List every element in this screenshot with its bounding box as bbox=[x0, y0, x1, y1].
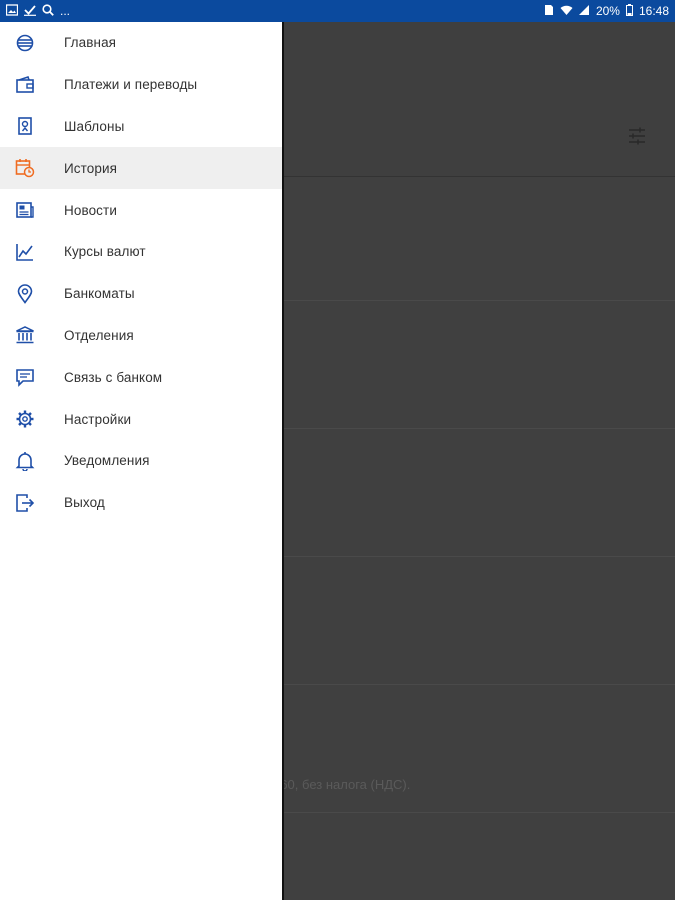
check-icon bbox=[24, 4, 36, 18]
bookmark-icon bbox=[15, 116, 35, 136]
gear-icon bbox=[15, 409, 35, 429]
menu-item-news[interactable]: Новости bbox=[0, 189, 282, 231]
menu-item-templates[interactable]: Шаблоны bbox=[0, 106, 282, 148]
menu-item-home[interactable]: Главная bbox=[0, 22, 282, 64]
wifi-icon bbox=[560, 4, 573, 18]
background-divider bbox=[284, 556, 675, 557]
status-bar: ... 20% 16:48 bbox=[0, 0, 675, 22]
background-text: -60, без налога (НДС). bbox=[276, 777, 411, 792]
menu-item-payments[interactable]: Платежи и переводы bbox=[0, 64, 282, 106]
sim-icon bbox=[544, 4, 554, 18]
menu-item-exchange-rates[interactable]: Курсы валют bbox=[0, 231, 282, 273]
bell-icon bbox=[15, 451, 35, 471]
background-divider bbox=[284, 428, 675, 429]
chat-icon bbox=[15, 367, 35, 388]
status-bar-left: ... bbox=[5, 4, 71, 18]
wallet-icon bbox=[15, 75, 35, 95]
menu-item-atms[interactable]: Банкоматы bbox=[0, 273, 282, 315]
battery-percent: 20% bbox=[595, 4, 620, 18]
menu-item-label: Банкоматы bbox=[64, 286, 135, 302]
logout-icon bbox=[15, 493, 35, 513]
navigation-drawer: Главная Платежи и переводы Шаблоны Истор… bbox=[0, 22, 284, 900]
menu-item-settings[interactable]: Настройки bbox=[0, 398, 282, 440]
search-icon bbox=[42, 4, 54, 18]
menu-item-label: Связь с банком bbox=[64, 369, 163, 385]
status-time: 16:48 bbox=[638, 4, 669, 18]
home-globe-icon bbox=[15, 33, 35, 53]
status-more: ... bbox=[60, 4, 71, 18]
menu-item-branches[interactable]: Отделения bbox=[0, 315, 282, 357]
calendar-clock-icon bbox=[15, 158, 35, 178]
filter-icon[interactable] bbox=[627, 126, 647, 146]
map-pin-icon bbox=[15, 283, 35, 304]
menu-item-label: Курсы валют bbox=[64, 244, 146, 260]
menu-item-label: История bbox=[64, 160, 118, 176]
menu-item-logout[interactable]: Выход bbox=[0, 482, 282, 524]
menu-item-label: Главная bbox=[64, 35, 117, 51]
battery-icon bbox=[625, 4, 633, 18]
drawer-menu: Главная Платежи и переводы Шаблоны Истор… bbox=[0, 22, 282, 524]
menu-item-label: Настройки bbox=[64, 411, 132, 427]
newspaper-icon bbox=[15, 200, 35, 220]
image-icon bbox=[5, 4, 19, 18]
chart-icon bbox=[15, 242, 35, 262]
menu-item-notifications[interactable]: Уведомления bbox=[0, 440, 282, 482]
background-divider bbox=[284, 684, 675, 685]
menu-item-label: Отделения bbox=[64, 327, 134, 343]
menu-item-history[interactable]: История bbox=[0, 147, 282, 190]
signal-icon bbox=[578, 4, 590, 18]
bank-building-icon bbox=[15, 325, 35, 345]
menu-item-label: Выход bbox=[64, 495, 105, 511]
status-bar-right: 20% 16:48 bbox=[544, 4, 669, 18]
menu-item-label: Уведомления bbox=[64, 453, 150, 469]
background-divider bbox=[284, 812, 675, 813]
menu-item-label: Новости bbox=[64, 202, 117, 218]
menu-item-contact-bank[interactable]: Связь с банком bbox=[0, 356, 282, 398]
menu-item-label: Шаблоны bbox=[64, 118, 125, 134]
background-divider bbox=[284, 300, 675, 301]
menu-item-label: Платежи и переводы bbox=[64, 77, 198, 93]
